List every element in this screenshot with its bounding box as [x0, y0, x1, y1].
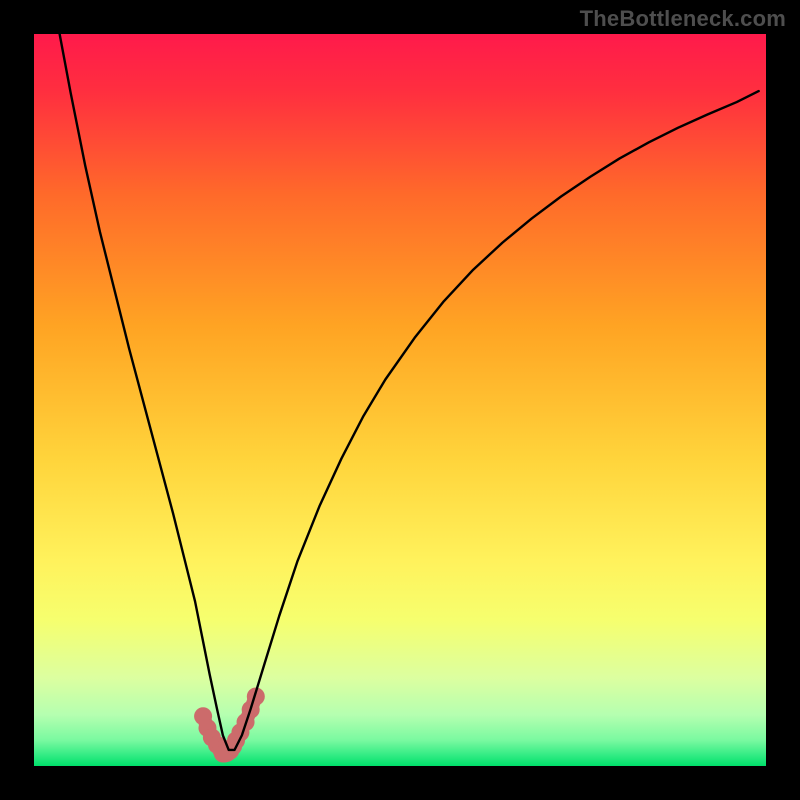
watermark-text: TheBottleneck.com — [580, 6, 786, 32]
chart-frame: TheBottleneck.com — [0, 0, 800, 800]
plot-area — [34, 34, 766, 766]
chart-svg — [34, 34, 766, 766]
